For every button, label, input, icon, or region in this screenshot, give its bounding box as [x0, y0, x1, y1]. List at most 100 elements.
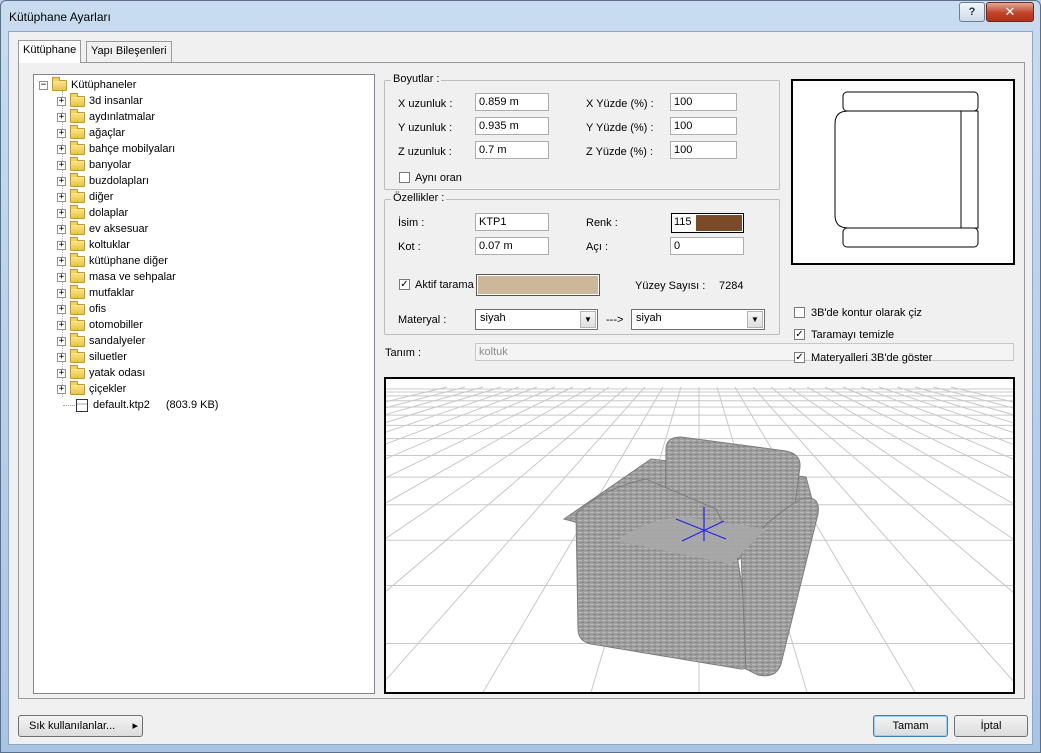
tree-folder-label: banyolar	[89, 159, 132, 171]
tree-item[interactable]: + aydınlatmalar	[57, 108, 155, 125]
folder-icon	[70, 204, 85, 219]
tree-item[interactable]: + banyolar	[57, 156, 132, 173]
ozellikler-label: Özellikler :	[391, 192, 447, 204]
tree-folder-label: mutfaklar	[89, 287, 135, 299]
library-tree[interactable]: − Kütüphaneler +3d insanlar + aydınlatmalar +…	[33, 74, 375, 694]
tree-item[interactable]: + mutfaklar	[57, 284, 135, 301]
taramayi-temizle-label: Taramayı temizle	[811, 329, 895, 341]
materyal-to-select[interactable]: siyah ▼	[631, 309, 765, 330]
materyal-from-select[interactable]: siyah ▼	[475, 309, 598, 330]
renk-color-swatch	[696, 215, 742, 231]
expand-icon[interactable]: +	[57, 256, 66, 266]
expand-icon[interactable]: +	[57, 352, 66, 362]
folder-icon	[70, 140, 85, 155]
y-length-input[interactable]: 0.935 m	[475, 117, 549, 135]
tree-folder-label: dolaplar	[89, 207, 129, 219]
boyutlar-group: Boyutlar : X uzunluk : 0.859 m Y uzunluk…	[384, 73, 780, 190]
tanim-label: Tanım :	[385, 347, 422, 359]
chevron-down-icon[interactable]: ▼	[580, 311, 596, 328]
expand-icon[interactable]: +	[57, 336, 66, 346]
close-button[interactable]: ✕	[986, 2, 1034, 22]
expand-icon[interactable]: +	[57, 192, 66, 202]
aktif-tarama-checkbox[interactable]: ✓	[399, 279, 410, 290]
favorites-button[interactable]: Sık kullanılanlar... ▸	[18, 715, 143, 737]
z-length-input[interactable]: 0.7 m	[475, 141, 549, 159]
aci-input[interactable]: 0	[670, 237, 744, 255]
y-percent-label: Y Yüzde (%) :	[586, 122, 654, 134]
expand-icon[interactable]: +	[57, 384, 66, 394]
3d-preview[interactable]	[384, 377, 1015, 694]
tree-root[interactable]: − Kütüphaneler	[39, 76, 136, 93]
expand-icon[interactable]: +	[57, 304, 66, 314]
z-percent-input[interactable]: 100	[670, 141, 737, 159]
kontur-checkbox[interactable]	[794, 307, 805, 318]
isim-label: İsim :	[398, 217, 425, 229]
yuzey-sayisi-value: 7284	[719, 280, 744, 292]
expand-icon[interactable]: +	[57, 176, 66, 186]
expand-icon[interactable]: +	[57, 208, 66, 218]
expand-icon[interactable]: +	[57, 368, 66, 378]
same-ratio-checkbox[interactable]	[399, 172, 410, 183]
expand-icon[interactable]: +	[57, 320, 66, 330]
tree-file-item[interactable]: default.ktp2 (803.9 KB)	[76, 397, 218, 413]
tree-item[interactable]: + masa ve sehpalar	[57, 268, 176, 285]
tree-item[interactable]: + ofis	[57, 300, 106, 317]
tree-item[interactable]: + buzdolapları	[57, 172, 149, 189]
tree-folder-label: koltuklar	[89, 239, 130, 251]
collapse-icon[interactable]: −	[39, 80, 48, 90]
chevron-down-icon[interactable]: ▼	[747, 311, 763, 328]
tree-folder-label: ev aksesuar	[89, 223, 149, 235]
tarama-color-swatch[interactable]	[476, 274, 600, 296]
expand-icon[interactable]: +	[57, 240, 66, 250]
expand-icon[interactable]: +	[57, 272, 66, 282]
tree-item[interactable]: +3d insanlar	[57, 92, 143, 109]
tree-item[interactable]: + siluetler	[57, 348, 127, 365]
tree-item[interactable]: + ev aksesuar	[57, 220, 149, 237]
expand-icon[interactable]: +	[57, 112, 66, 122]
expand-icon[interactable]: +	[57, 96, 66, 106]
isim-input[interactable]: KTP1	[475, 213, 549, 231]
expand-icon[interactable]: +	[57, 224, 66, 234]
folder-icon	[70, 236, 85, 251]
tree-item[interactable]: + koltuklar	[57, 236, 130, 253]
x-percent-label: X Yüzde (%) :	[586, 98, 654, 110]
tree-item[interactable]: + kütüphane diğer	[57, 252, 168, 269]
materyal-goster-checkbox[interactable]: ✓	[794, 352, 805, 363]
x-length-input[interactable]: 0.859 m	[475, 93, 549, 111]
tree-folder-label: yatak odası	[89, 367, 146, 379]
tab-yapi-bilesenleri[interactable]: Yapı Bileşenleri	[86, 41, 172, 62]
tanim-input[interactable]: koltuk	[475, 343, 1014, 361]
tree-item[interactable]: + bahçe mobilyaları	[57, 140, 176, 157]
materyal-label: Materyal :	[398, 314, 447, 326]
expand-icon[interactable]: +	[57, 288, 66, 298]
tree-item[interactable]: + yatak odası	[57, 364, 146, 381]
folder-icon	[70, 284, 85, 299]
tab-kutuphane[interactable]: Kütüphane	[18, 40, 82, 63]
cancel-button[interactable]: İptal	[954, 715, 1028, 737]
x-length-label: X uzunluk :	[398, 98, 453, 110]
tree-item[interactable]: + diğer	[57, 188, 113, 205]
tree-item[interactable]: + sandalyeler	[57, 332, 145, 349]
tree-item[interactable]: + çiçekler	[57, 380, 127, 397]
tree-item[interactable]: + ağaçlar	[57, 124, 125, 141]
tree-item[interactable]: + dolaplar	[57, 204, 129, 221]
z-length-label: Z uzunluk :	[398, 146, 452, 158]
kot-input[interactable]: 0.07 m	[475, 237, 549, 255]
taramayi-temizle-checkbox[interactable]: ✓	[794, 329, 805, 340]
expand-icon[interactable]: +	[57, 144, 66, 154]
expand-icon[interactable]: +	[57, 160, 66, 170]
ok-button[interactable]: Tamam	[873, 715, 948, 737]
materyal-from-value: siyah	[480, 312, 506, 324]
expand-icon[interactable]: +	[57, 128, 66, 138]
tree-item[interactable]: + otomobiller	[57, 316, 143, 333]
renk-picker[interactable]: 115	[671, 213, 744, 233]
tree-folder-label: bahçe mobilyaları	[89, 143, 176, 155]
y-percent-input[interactable]: 100	[670, 117, 737, 135]
yuzey-sayisi-label: Yüzey Sayısı :	[635, 280, 706, 292]
x-percent-input[interactable]: 100	[670, 93, 737, 111]
tree-connector	[63, 405, 75, 406]
folder-icon	[52, 76, 67, 91]
tree-folder-label: çiçekler	[89, 383, 127, 395]
renk-label: Renk :	[586, 217, 618, 229]
help-button[interactable]: ?	[959, 2, 985, 22]
